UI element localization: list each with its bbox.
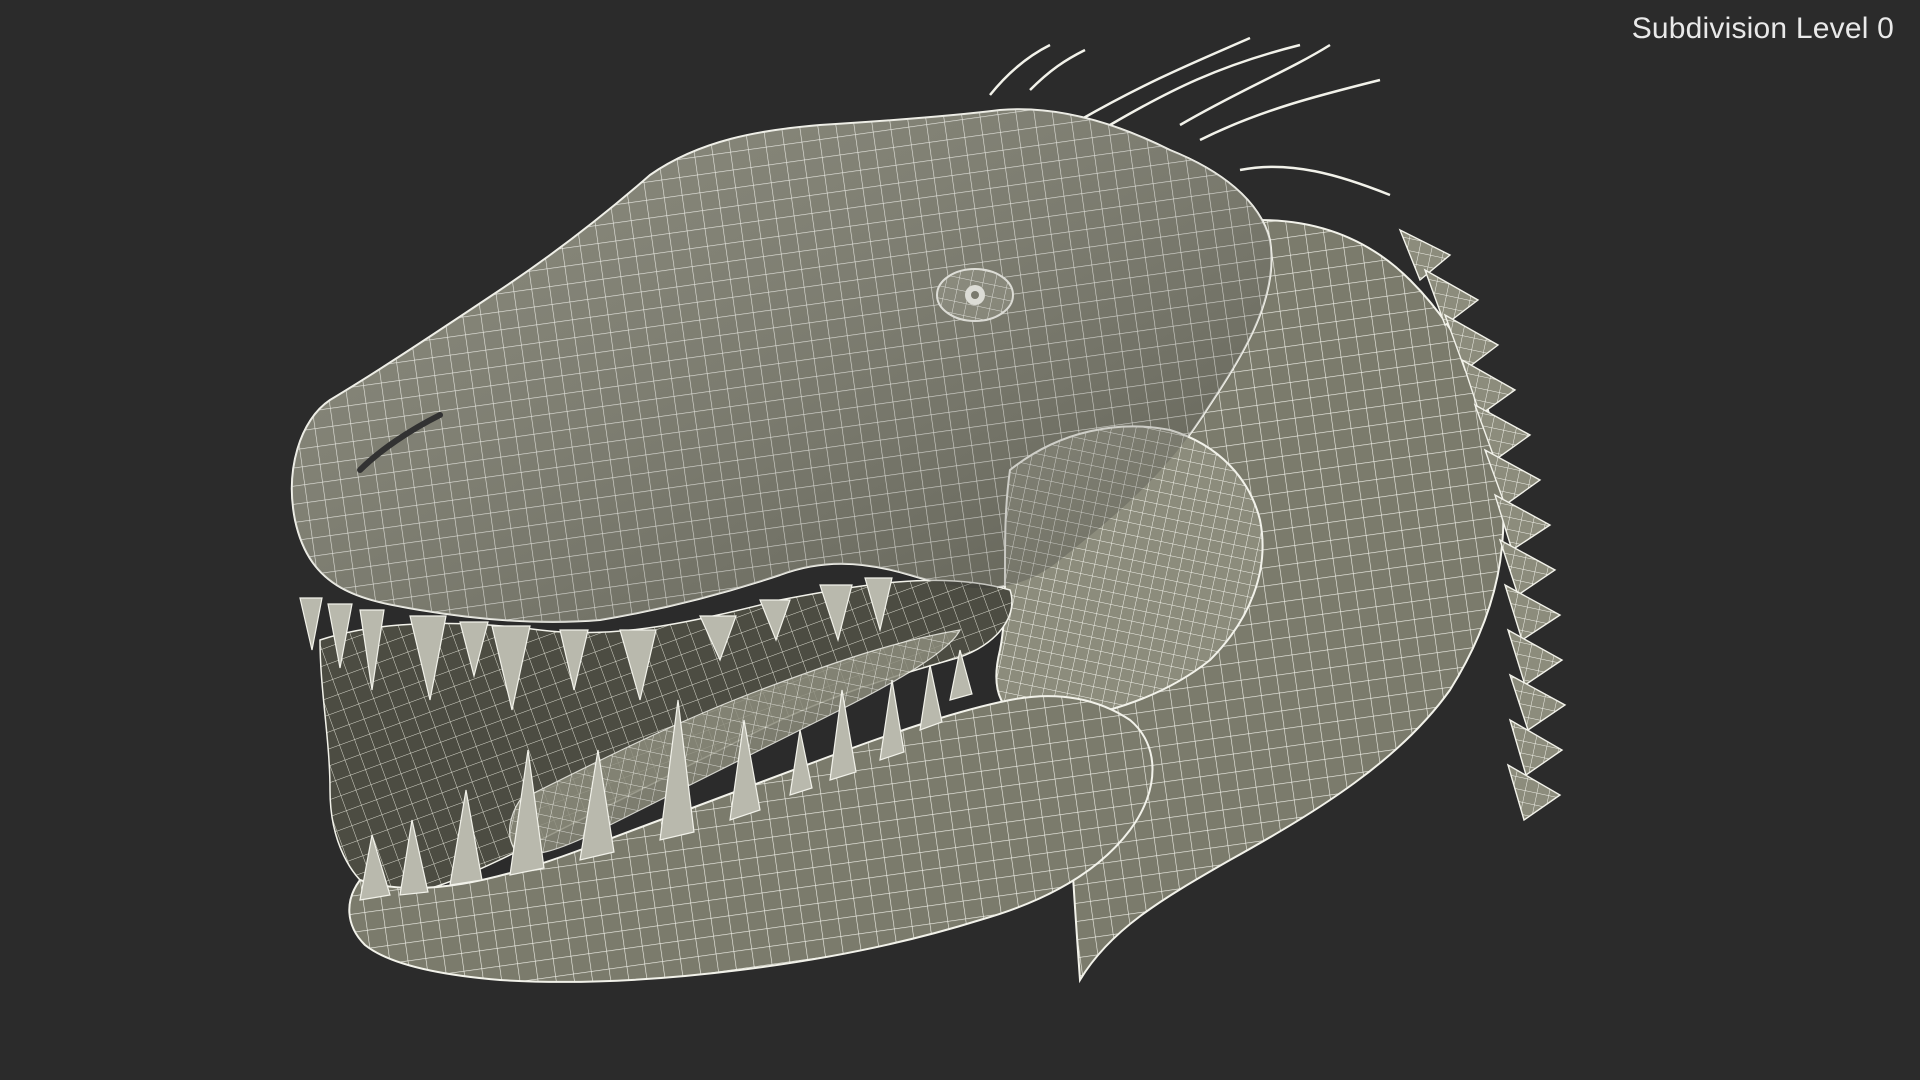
dinosaur-head-wireframe-render [291, 36, 1567, 984]
viewport-3d: Subdivision Level 0 [0, 0, 1920, 1080]
subdivision-level-label: Subdivision Level 0 [1631, 12, 1894, 45]
